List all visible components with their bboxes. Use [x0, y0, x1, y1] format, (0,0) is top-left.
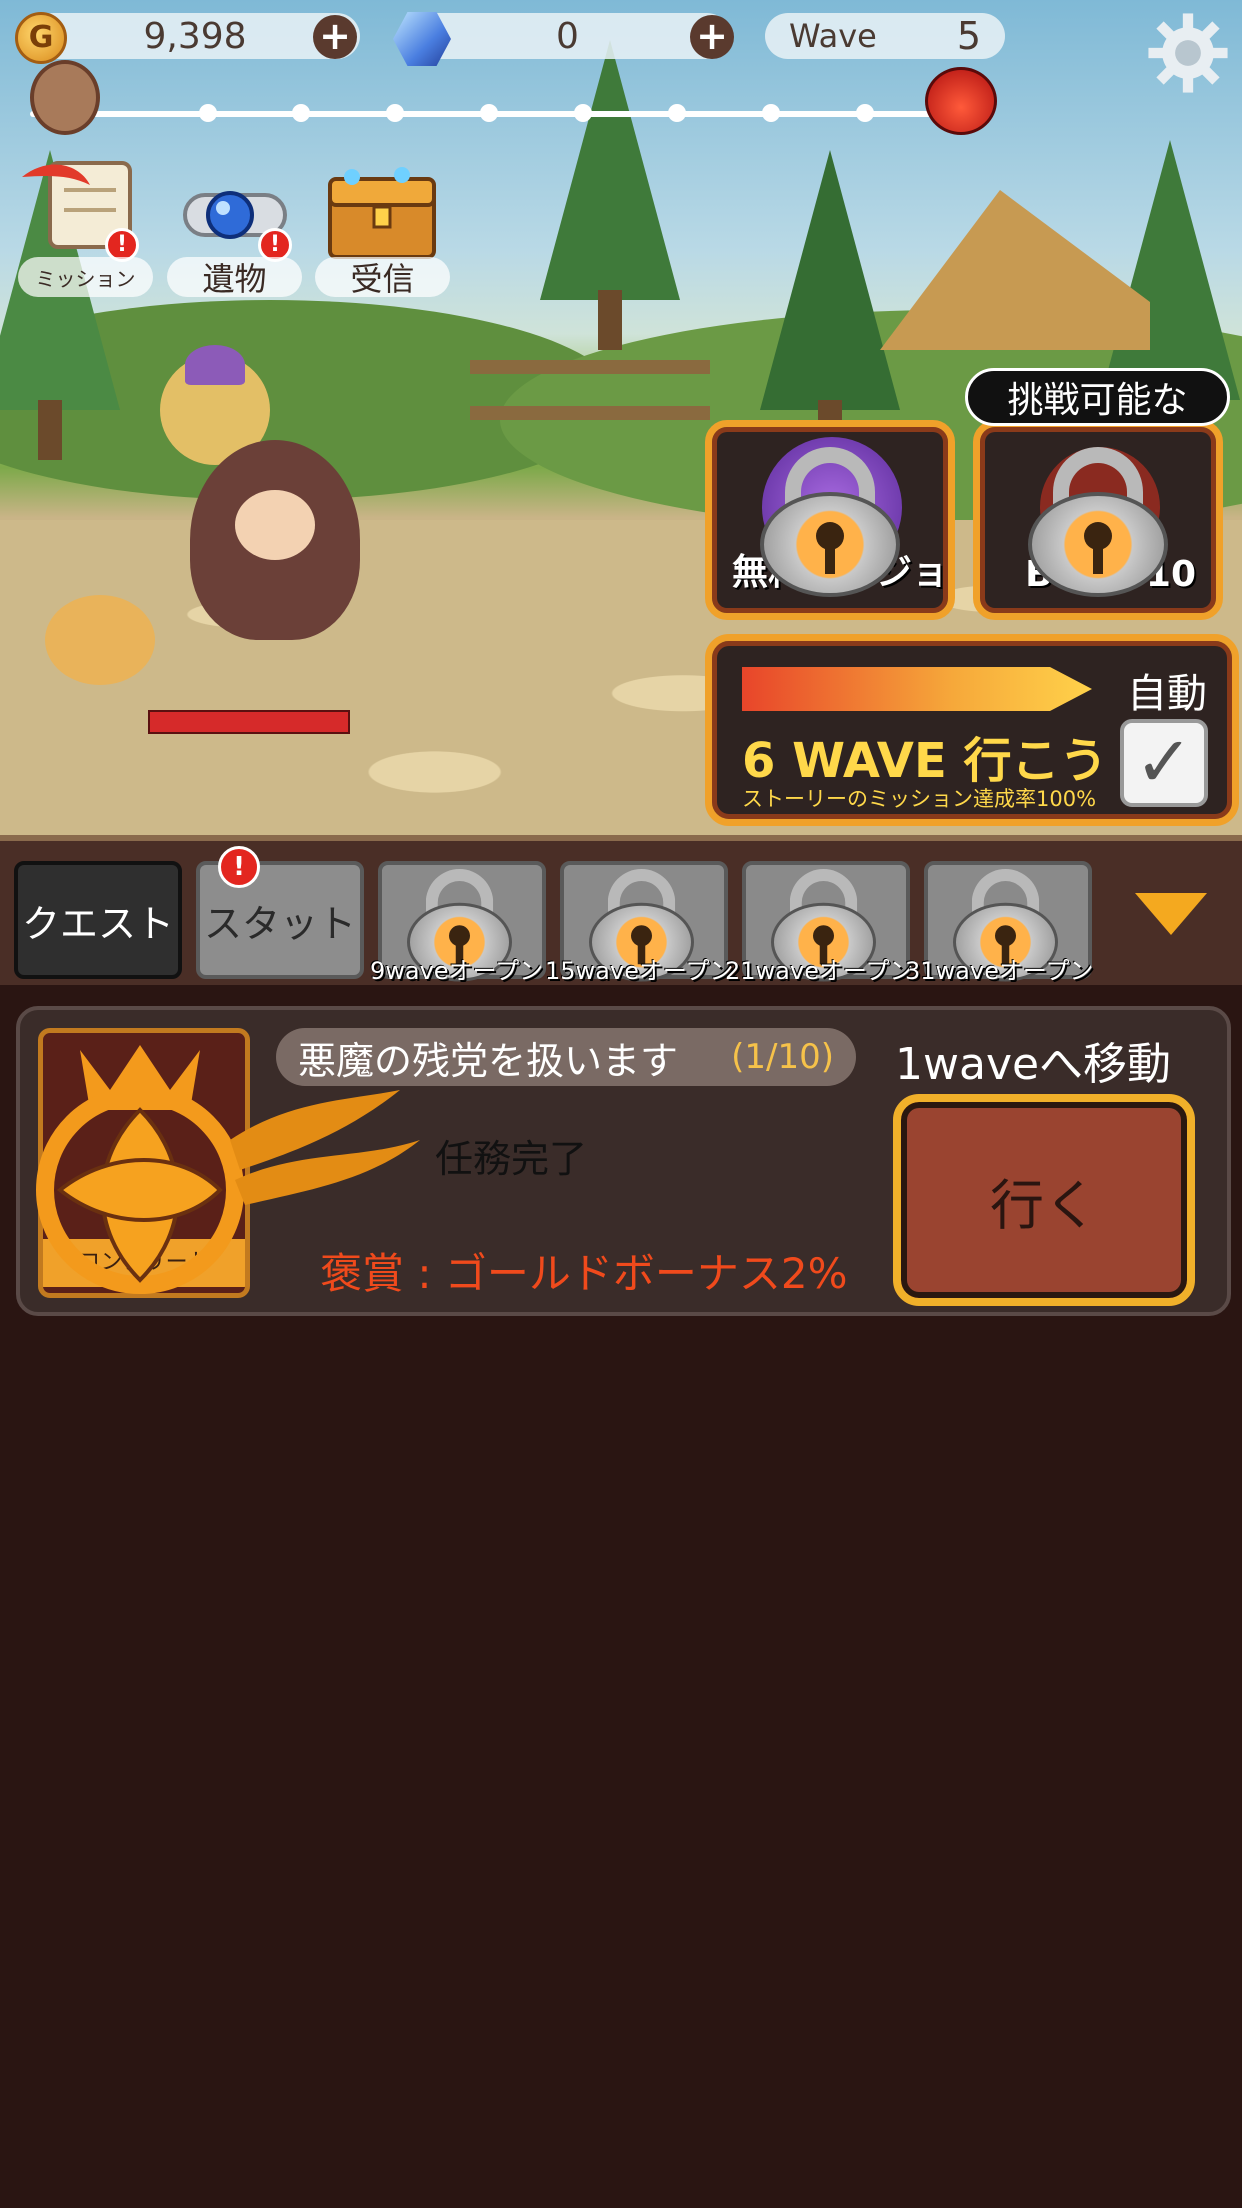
tab-strip: クエスト スタット ! 9waveオープン 15waveオープン 21waveオ… [0, 835, 1242, 985]
go-next-wave-text: 6 WAVE 行こう [742, 733, 1108, 789]
wave-counter: Wave 5 [765, 13, 1005, 59]
progress-dot [386, 104, 404, 122]
challenge-available-tag: 挑戦可能な [965, 368, 1230, 426]
player-position-icon [30, 60, 100, 135]
gold-amount: 9,398 [143, 15, 247, 57]
tab-unlock-label: 31waveオープン [905, 957, 1094, 985]
boss-head-icon [925, 67, 997, 135]
settings-gear-icon[interactable] [1145, 10, 1231, 96]
quest-status: 任務完了 [435, 1137, 588, 1181]
progress-dot [762, 104, 780, 122]
auto-label: 自動 [1127, 671, 1207, 717]
tree [540, 40, 680, 350]
hero-hp-bar [148, 710, 350, 734]
progress-dot [856, 104, 874, 122]
mission-rate-text: ストーリーのミッション達成率100% [742, 787, 1097, 811]
quest-card: コンプリート 悪魔の残党を扱います (1/10) 任務完了 褒賞 : ゴールドボ… [16, 1006, 1231, 1316]
fence [470, 360, 710, 420]
lock-icon [1028, 447, 1168, 597]
progress-dot [480, 104, 498, 122]
tab-quest[interactable]: クエスト [14, 861, 182, 979]
dropdown-arrow-icon[interactable] [1135, 893, 1207, 935]
next-wave-panel[interactable]: 自動 6 WAVE 行こう ストーリーのミッション達成率100% ✓ [705, 634, 1239, 826]
progress-dot [574, 104, 592, 122]
progress-dot [199, 104, 217, 122]
quest-progress: (1/10) [731, 1037, 834, 1077]
tab-unlock-label: 9waveオープン [370, 957, 544, 985]
wave-label: Wave [789, 17, 877, 55]
menu-receive-label[interactable]: 受信 [315, 257, 450, 298]
auto-checkbox[interactable]: ✓ [1120, 719, 1208, 807]
gold-coin-icon: G [15, 12, 67, 64]
gold-counter: 9,398 [30, 13, 360, 59]
hero-face [235, 490, 315, 560]
menu-relic-label[interactable]: 遺物 [167, 257, 302, 298]
quest-title: 悪魔の残党を扱います [298, 1038, 679, 1083]
fairy-hat [185, 345, 245, 385]
free-dungeon-button[interactable]: 無料ダンジョン [705, 420, 955, 620]
tree [1100, 140, 1240, 450]
tab-unlock-label: 15waveオープン [545, 957, 734, 985]
menu-mission-label[interactable]: ミッション [18, 257, 153, 297]
tab-quest-label: クエスト [21, 902, 174, 946]
tree [760, 150, 900, 460]
go-button[interactable]: 行く [893, 1094, 1195, 1306]
progress-dot [292, 104, 310, 122]
cat-enemy [45, 595, 155, 685]
quest-move-to-label: 1waveへ移動 [895, 1039, 1172, 1090]
tab-stat-label: スタット [203, 902, 356, 946]
lock-icon [760, 447, 900, 597]
wave-value: 5 [956, 14, 981, 58]
add-gem-button[interactable]: + [690, 15, 734, 59]
stat-alert-badge: ! [218, 846, 260, 888]
boss-dungeon-button[interactable]: BOSS 10 [973, 420, 1223, 620]
treasure-chest-icon[interactable] [322, 165, 442, 265]
quest-reward: 褒賞 : ゴールドボーナス2% [320, 1249, 848, 1298]
progress-dot [668, 104, 686, 122]
gem-amount: 0 [556, 15, 579, 57]
wave-progress-arrow [742, 667, 1092, 711]
gem-counter: 0 [405, 13, 730, 59]
quest-title-pill: 悪魔の残党を扱います (1/10) [276, 1028, 856, 1086]
add-gold-button[interactable]: + [313, 15, 357, 59]
tab-unlock-label: 21waveオープン [725, 957, 914, 985]
